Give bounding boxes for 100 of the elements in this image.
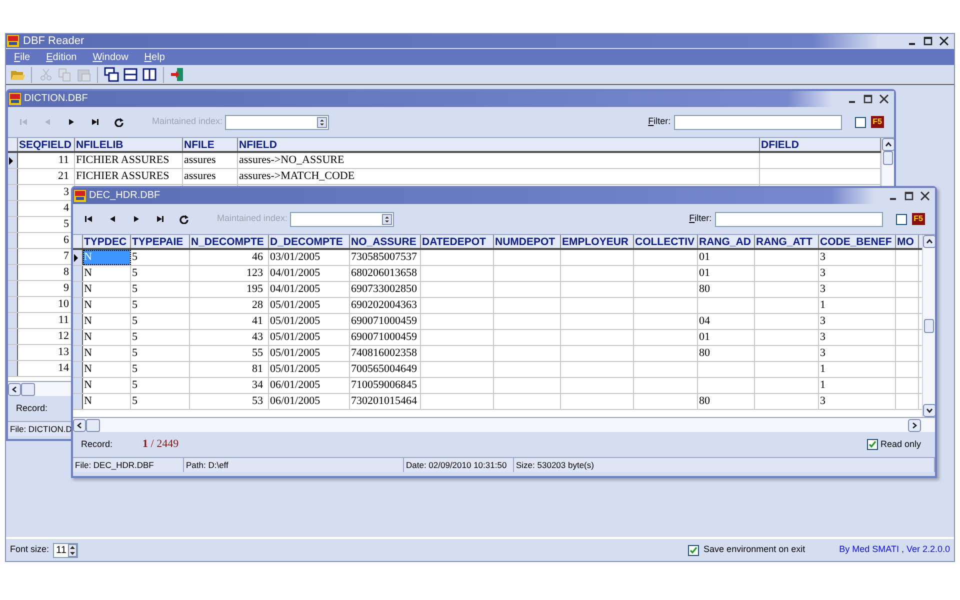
row-header[interactable] xyxy=(73,250,83,265)
refresh-key-button[interactable]: F5 xyxy=(870,116,884,128)
last-record-icon[interactable] xyxy=(155,214,166,224)
table-cell: 01 xyxy=(698,266,755,281)
table-cell: FICHIER ASSURES xyxy=(75,169,183,184)
table-cell: 05/01/2005 xyxy=(269,346,350,361)
field-label: Record: xyxy=(81,438,113,451)
scroll-thumb[interactable] xyxy=(86,418,100,432)
scroll-thumb[interactable] xyxy=(21,382,35,396)
table-cell: 1 xyxy=(819,362,896,377)
version-credit: By Med SMATI , Ver 2.2.0.0 xyxy=(839,543,950,556)
column-header[interactable]: CODE_BENEF xyxy=(819,235,896,248)
column-header[interactable]: N_DECOMPTE xyxy=(190,235,269,248)
table-cell: 80 xyxy=(698,282,755,297)
table-cell: 5 xyxy=(131,314,190,329)
table-cell: 3 xyxy=(819,394,896,409)
close-icon[interactable] xyxy=(920,191,930,201)
scroll-left-icon[interactable] xyxy=(73,418,86,432)
column-header[interactable]: TYPEPAIE xyxy=(131,235,190,248)
maximize-icon[interactable] xyxy=(904,191,914,201)
maximize-icon[interactable] xyxy=(923,36,933,46)
column-header[interactable]: NFILE xyxy=(183,138,238,151)
dropdown-arrows-icon[interactable] xyxy=(382,214,392,224)
scroll-thumb[interactable] xyxy=(883,151,893,165)
door-arrow-icon[interactable] xyxy=(170,67,185,82)
close-icon[interactable] xyxy=(939,36,949,46)
table-cell: 01 xyxy=(698,330,755,345)
column-header[interactable]: RANG_ATT xyxy=(755,235,819,248)
column-header[interactable]: RANG_AD xyxy=(698,235,755,248)
column-header[interactable]: NFIELD xyxy=(238,138,760,151)
column-header[interactable]: NFILELIB xyxy=(75,138,183,151)
refresh-key-button[interactable]: F5 xyxy=(912,213,925,225)
close-icon[interactable] xyxy=(879,94,889,104)
menu-item[interactable]: File xyxy=(14,50,30,64)
table-cell: 5 xyxy=(131,394,190,409)
scroll-thumb[interactable] xyxy=(924,319,934,333)
filter-field[interactable] xyxy=(674,114,842,130)
checkbox[interactable] xyxy=(688,544,699,556)
column-header[interactable]: D_DECOMPTE xyxy=(269,235,350,248)
table-cell: 04 xyxy=(698,314,755,329)
table-cell: 04/01/2005 xyxy=(269,282,350,297)
scroll-down-icon[interactable] xyxy=(923,404,935,417)
status-text: Size: 530203 byte(s) xyxy=(514,458,935,472)
spinner-arrows-icon[interactable] xyxy=(68,544,78,556)
refresh-icon[interactable] xyxy=(114,117,125,127)
checkbox[interactable] xyxy=(896,214,907,224)
table-cell: 41 xyxy=(190,314,269,329)
cascade-windows-icon[interactable] xyxy=(104,67,119,82)
scroll-right-icon[interactable] xyxy=(908,418,921,432)
table-cell: 3 xyxy=(819,266,896,281)
status-text: Path: D:\eff xyxy=(184,458,404,472)
menu-item[interactable]: Edition xyxy=(46,50,77,64)
table-cell: 06/01/2005 xyxy=(269,378,350,393)
menu-item[interactable]: Window xyxy=(92,50,128,64)
tile-vertical-icon[interactable] xyxy=(142,67,157,82)
table-cell: 3 xyxy=(819,282,896,297)
menu-item[interactable]: Help xyxy=(144,50,165,64)
font-size-spinner[interactable]: 11 xyxy=(53,542,78,558)
column-header[interactable]: NUMDEPOT xyxy=(494,235,561,248)
tile-horizontal-icon[interactable] xyxy=(123,67,138,82)
column-header[interactable]: SEQFIELD xyxy=(18,138,75,151)
last-record-icon[interactable] xyxy=(90,117,101,127)
refresh-icon[interactable] xyxy=(179,214,190,224)
scroll-left-icon[interactable] xyxy=(8,382,21,396)
table-cell: 06/01/2005 xyxy=(269,394,350,409)
status-text: Date: 02/09/2010 10:31:50 xyxy=(404,458,514,472)
app-logo-icon xyxy=(74,190,86,202)
field-label: Maintained index: xyxy=(217,212,288,226)
column-header[interactable]: MO xyxy=(896,235,919,248)
table-cell: 700565004649 xyxy=(350,362,421,377)
table-cell: assures->MATCH_CODE xyxy=(238,169,760,184)
column-header[interactable]: COLLECTIV xyxy=(634,235,698,248)
maximize-icon[interactable] xyxy=(863,94,873,104)
first-record-icon[interactable] xyxy=(83,214,94,224)
table-cell: N xyxy=(83,346,131,361)
table-cell: N xyxy=(83,330,131,345)
window-title: DEC_HDR.DBF xyxy=(89,191,160,201)
spinner-value: 11 xyxy=(56,544,66,558)
dropdown-arrows-icon[interactable] xyxy=(316,116,327,128)
column-header[interactable]: NO_ASSURE xyxy=(350,235,421,248)
window-title: DBF Reader xyxy=(23,36,84,46)
column-header[interactable]: TYPDEC xyxy=(83,235,131,248)
table-cell: 3 xyxy=(819,346,896,361)
app-logo-icon xyxy=(7,35,19,47)
checkbox[interactable] xyxy=(867,439,878,450)
filter-field[interactable] xyxy=(714,212,883,226)
table-cell: 81 xyxy=(190,362,269,377)
table-cell: 5 xyxy=(131,346,190,361)
checkbox[interactable] xyxy=(854,116,866,128)
table-cell: 730585007537 xyxy=(350,250,421,265)
field-label: Maintained index: xyxy=(152,115,223,128)
scroll-up-icon[interactable] xyxy=(882,138,894,151)
column-header[interactable]: DATEDEPOT xyxy=(421,235,494,248)
table-cell: 5 xyxy=(131,282,190,297)
column-header[interactable]: EMPLOYEUR xyxy=(561,235,634,248)
checkbox-label: Save environment on exit xyxy=(704,543,806,556)
row-header[interactable] xyxy=(8,153,18,168)
scroll-up-icon[interactable] xyxy=(923,235,935,248)
table-cell: 05/01/2005 xyxy=(269,362,350,377)
table-cell: N xyxy=(83,298,131,313)
